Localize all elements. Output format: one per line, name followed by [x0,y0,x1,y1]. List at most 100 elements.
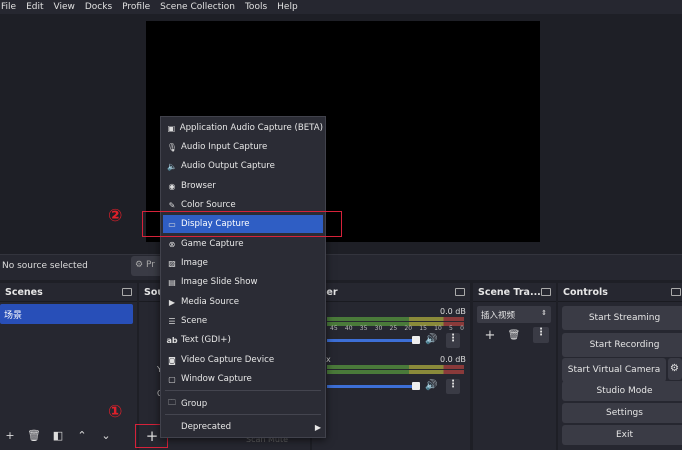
app-audio-icon: ▣ [167,123,176,133]
folder-icon: 🗀 [168,398,176,407]
menu-separator [165,414,321,415]
volume-slider[interactable] [327,339,419,342]
source-toolbar [0,254,682,280]
transition-menu-icon[interactable]: ⋮ [533,327,549,343]
menu-item-label: Scene [181,316,208,326]
step-two-marker: ② [108,206,123,226]
step-one-marker: ① [108,402,123,422]
menu-scene-collection[interactable]: Scene Collection [155,2,240,12]
brush-icon: ✎ [168,200,176,210]
menu-item-text-gdi[interactable]: ab Text (GDI+) [163,331,323,349]
add-source-menu: ▣ Application Audio Capture (BETA) 🎙 Audio… [160,116,326,438]
menu-item-image-slide-show[interactable]: ▤ Image Slide Show [163,273,323,291]
menu-item-label: Game Capture [181,239,244,249]
settings-button[interactable]: Settings [562,403,682,423]
mixer-header: ixer [312,283,470,302]
menu-tools[interactable]: Tools [240,2,272,12]
menu-item-label: Text (GDI+) [181,335,231,345]
transition-select-value: 插入视频 [481,311,516,321]
undock-icon[interactable] [455,288,465,296]
chevron-down-icon: ⌄ [101,428,111,442]
add-scene-button[interactable]: + [1,426,19,444]
menu-item-scene[interactable]: ☰ Scene [163,312,323,330]
menu-item-media-source[interactable]: ▶ Media Source [163,293,323,311]
scene-filters-button[interactable]: ◧ [49,426,67,444]
menu-item-label: Audio Input Capture [181,142,268,152]
move-scene-down-button[interactable]: ⌄ [97,426,115,444]
mixer-menu-icon[interactable]: ⋮ [446,333,460,348]
menu-item-label: Audio Output Capture [181,161,275,171]
menu-profile[interactable]: Profile [117,2,155,12]
virtual-camera-settings-button[interactable]: ⚙ [668,358,682,380]
gear-icon: ⚙ [135,260,144,270]
window-icon: ▢ [168,374,176,384]
chevron-right-icon: ▶ [314,422,321,432]
properties-label: Pr [145,260,155,270]
chevron-up-icon: ⌃ [77,428,87,442]
mixer-menu-icon[interactable]: ⋮ [446,379,460,394]
volume-slider-handle[interactable] [412,382,420,390]
move-scene-up-button[interactable]: ⌃ [73,426,91,444]
menu-item-label: Media Source [181,297,240,307]
volume-meter [327,317,464,321]
mixer-channel-2-label: x [326,355,331,364]
scale-tick: 10 [434,325,442,332]
remove-scene-button[interactable]: 🗑 [25,426,43,444]
menu-docks[interactable]: Docks [80,2,117,12]
menu-item-label: Color Source [181,200,236,210]
transition-select[interactable]: 插入视频 ⇕ [477,306,551,323]
volume-slider-handle[interactable] [412,336,420,344]
plus-icon: + [5,428,15,442]
menu-item-image[interactable]: ▨ Image [163,254,323,272]
remove-transition-button[interactable]: 🗑 [505,326,523,344]
scale-tick: 45 [330,325,338,332]
scale-tick: 40 [344,325,353,332]
exit-button[interactable]: Exit [562,425,682,445]
menu-file[interactable]: File [0,2,21,12]
start-streaming-button[interactable]: Start Streaming [562,306,682,330]
scale-tick: 15 [419,325,427,332]
start-recording-button[interactable]: Start Recording [562,333,682,357]
controls-header: Controls [558,283,682,302]
menu-item-label: Image Slide Show [181,277,258,287]
blank-icon [167,422,177,432]
speaker-icon[interactable]: 🔊 [425,334,437,345]
menu-item-group[interactable]: 🗀 Group [163,395,323,413]
menu-item-browser[interactable]: ◉ Browser [163,177,323,195]
scene-list-item[interactable]: 场景 [0,304,133,324]
menu-item-game-capture[interactable]: ⊗ Game Capture [163,235,323,253]
menu-item-audio-output-capture[interactable]: 🔈 Audio Output Capture [163,157,323,175]
menu-help[interactable]: Help [272,2,303,12]
highlight-box-display-capture [142,211,342,237]
text-icon: ab [166,335,178,345]
undock-icon[interactable] [541,288,551,296]
menu-edit[interactable]: Edit [21,2,48,12]
menu-view[interactable]: View [49,2,80,12]
menu-item-video-capture-device[interactable]: ◙ Video Capture Device [163,351,323,369]
add-transition-button[interactable]: + [481,326,499,344]
mixer-db-2: 0.0 dB [440,355,466,364]
plus-icon: + [145,427,159,445]
menu-item-deprecated[interactable]: Deprecated ▶ [163,418,323,436]
speaker-icon[interactable]: 🔊 [425,380,437,391]
updown-icon: ⇕ [541,309,547,317]
menu-item-window-capture[interactable]: ▢ Window Capture [163,370,323,388]
controls-title: Controls [563,286,608,298]
studio-mode-button[interactable]: Studio Mode [562,381,682,401]
list-icon: ☰ [168,316,176,326]
menu-item-application-audio-capture[interactable]: ▣ Application Audio Capture (BETA) [163,119,323,137]
menu-item-label: Video Capture Device [181,355,275,365]
menu-item-label: Browser [181,181,216,191]
undock-icon[interactable] [671,288,681,296]
start-virtual-camera-button[interactable]: Start Virtual Camera [562,358,666,382]
undock-icon[interactable] [122,288,132,296]
menu-item-label: Application Audio Capture (BETA) [179,123,323,133]
mixer-db-1: 0.0 dB [440,307,466,316]
add-source-button[interactable]: + [143,427,161,445]
menu-item-audio-input-capture[interactable]: 🎙 Audio Input Capture [163,138,323,156]
meter-scale: 45 40 35 30 25 20 15 10 5 0 [330,325,464,332]
gamepad-icon: ⊗ [168,239,176,249]
image-icon: ▨ [168,258,176,268]
scenes-header: Scenes [0,283,137,302]
volume-slider[interactable] [327,385,419,388]
